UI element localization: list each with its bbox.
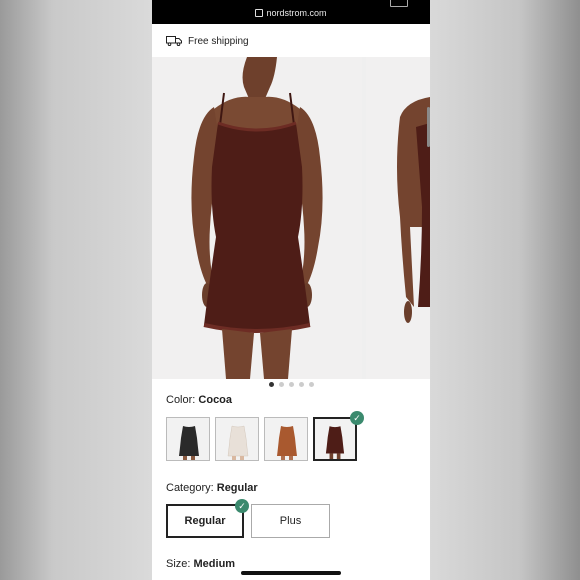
swatch-bronze[interactable] [264,417,308,461]
category-selected-check-icon: ✓ [235,499,249,513]
phone-screen: nordstrom.com Free shipping Color: Cocoa… [152,0,430,580]
swatch-cocoa[interactable] [313,417,357,461]
swatch-black[interactable] [166,417,210,461]
category-regular-button[interactable]: Regular [166,504,244,538]
swatch-ivory[interactable] [215,417,259,461]
size-label: Size: Medium [166,558,235,570]
product-image-next[interactable] [366,57,430,379]
color-label: Color: Cocoa [166,394,232,406]
swatch-bronze-image [277,426,297,460]
size-selected-value: Medium [193,558,236,570]
model-wearing-dress-image [152,57,362,379]
address-bar[interactable]: nordstrom.com [152,8,430,18]
category-plus-button[interactable]: Plus [251,504,330,538]
swatch-black-image [179,426,199,460]
pagination-dot-2[interactable] [278,382,284,387]
color-selected-value: Cocoa [198,394,233,406]
category-regular-label: Regular [184,515,226,527]
pagination-dot-3[interactable] [288,382,294,387]
color-label-prefix: Color: [166,394,199,406]
product-image-main[interactable] [152,57,362,379]
background-right-blur [430,0,580,580]
color-swatch-list [166,417,357,461]
category-label: Category: Regular [166,482,258,494]
model-side-image [366,57,430,379]
background-left-blur [0,0,152,580]
size-label-prefix: Size: [166,558,194,570]
gallery-pagination [152,382,430,387]
category-label-prefix: Category: [166,482,217,494]
home-indicator[interactable] [241,571,341,575]
pagination-dot-5[interactable] [308,382,314,387]
pagination-dot-4[interactable] [298,382,304,387]
category-plus-label: Plus [279,515,302,527]
browser-status-bar: nordstrom.com [152,0,430,24]
pagination-dot-1[interactable] [268,382,274,387]
truck-icon [166,36,182,46]
category-selected-value: Regular [216,482,258,494]
swatch-cocoa-image [325,426,345,459]
shipping-text: Free shipping [188,35,249,47]
swatch-ivory-image [227,425,249,460]
battery-icon [390,0,408,7]
scrollbar[interactable] [427,107,430,147]
swatch-selected-check-icon: ✓ [350,411,364,425]
url-text: nordstrom.com [266,8,327,18]
lock-icon [255,9,264,17]
free-shipping-row: Free shipping [166,34,249,48]
product-image-gallery[interactable] [152,57,430,379]
